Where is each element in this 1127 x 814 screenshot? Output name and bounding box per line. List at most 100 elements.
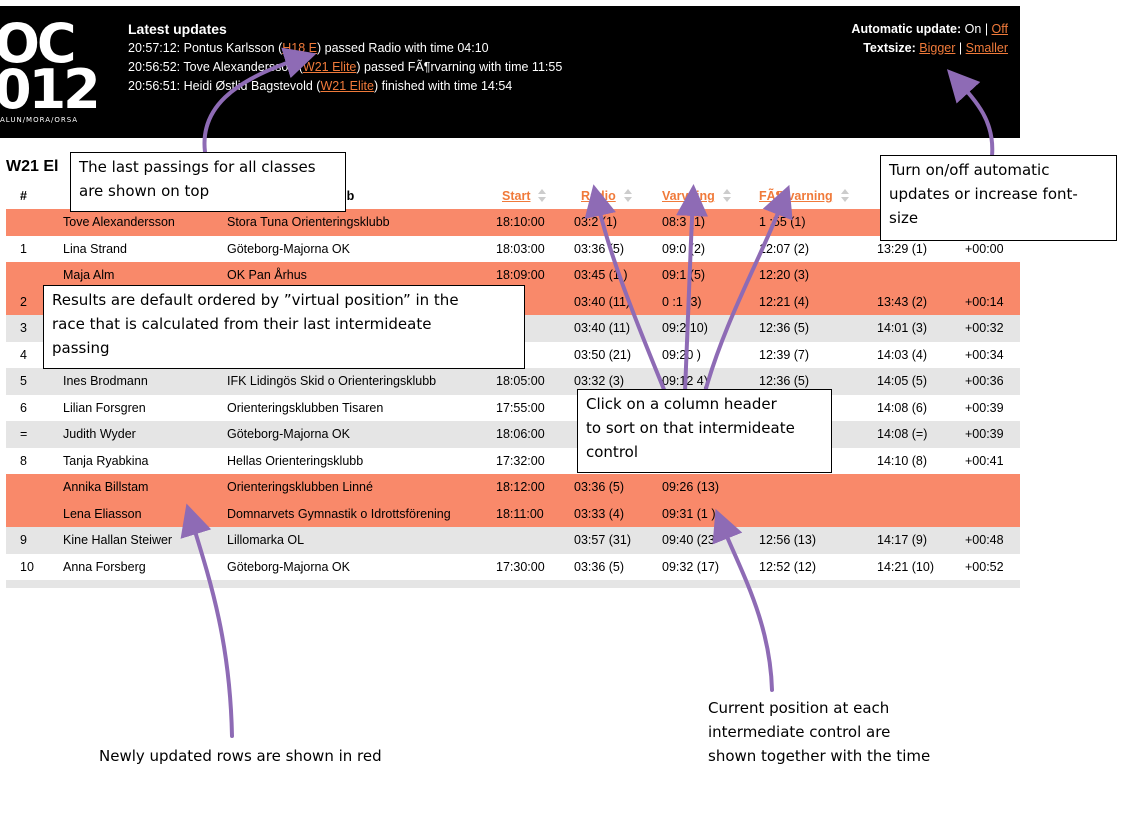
radio-split: 03:50 (21) xyxy=(574,347,631,362)
time-behind: +00:39 xyxy=(965,427,1004,441)
auto-update-state: On xyxy=(964,22,982,36)
note-newly-updated: Newly updated rows are shown in red xyxy=(99,747,382,765)
position-cell: 9 xyxy=(20,533,27,547)
position-cell: 1 xyxy=(20,241,27,256)
table-row: 10 Anna Forsberg Göteborg-Majorna OK 17:30:… xyxy=(6,553,1020,580)
start-time: 17:30:00 xyxy=(496,559,545,574)
table-row: 8 Tanja Ryabkina Hellas Orienteringsklubb 1… xyxy=(6,447,1020,474)
varvning-split: 09:2 10) xyxy=(662,321,708,335)
header-band: OC 012 ALUN/MORA/ORSA Latest updates 20:… xyxy=(0,6,1020,138)
class-link[interactable]: H18 E xyxy=(282,41,317,55)
sort-icon xyxy=(623,189,632,203)
position-cell: 8 xyxy=(20,453,27,468)
varvning-split: 08:3 (1) xyxy=(662,215,706,229)
time-behind: +00:39 xyxy=(965,400,1004,415)
finish-time: 14:10 (8) xyxy=(877,453,928,468)
table-row: 9 Kine Hallan Steiwer Lillomarka OL 03:57 (… xyxy=(6,527,1020,554)
club-name: Göteborg-Majorna OK xyxy=(227,559,350,574)
sort-icon xyxy=(840,189,849,203)
position-cell: 5 xyxy=(20,374,27,388)
runner-name: Lena Eliasson xyxy=(63,506,142,521)
runner-name: Lina Strand xyxy=(63,241,127,256)
club-name: OK Pan Århus xyxy=(227,268,307,282)
time-behind: +00:36 xyxy=(965,374,1004,388)
finish-time: 14:03 (4) xyxy=(877,347,928,362)
start-time: 18:11:00 xyxy=(496,506,544,521)
runner-name: Ines Brodmann xyxy=(63,374,148,388)
runner-name: Tove Alexandersson xyxy=(63,215,175,229)
runner-name: Maja Alm xyxy=(63,268,115,282)
finish-time: 13:43 (2) xyxy=(877,294,928,309)
text-size-label: Textsize: xyxy=(863,41,916,55)
logo-line-2: 012 xyxy=(0,58,101,121)
display-controls: Automatic update: On | Off Textsize: Big… xyxy=(851,20,1008,58)
forvarning-split: 12:07 (2) xyxy=(759,241,810,256)
class-link[interactable]: W21 Elite xyxy=(320,79,374,93)
club-name: IFK Lidingös Skid o Orienteringsklubb xyxy=(227,374,437,388)
radio-split: 03:40 (11) xyxy=(574,321,631,335)
finish-time: 14:08 (6) xyxy=(877,400,928,415)
auto-update-label: Automatic update: xyxy=(851,22,962,36)
results-table: Tove Alexandersson Stora Tuna Orientering… xyxy=(6,209,1020,580)
radio-split: 03:36 (5) xyxy=(574,480,625,494)
varvning-split: 09:1 (5) xyxy=(662,268,706,282)
time-behind: +00:52 xyxy=(965,559,1004,574)
text-size-control: Textsize: Bigger | Smaller xyxy=(863,41,1008,55)
finish-time: 13:29 (1) xyxy=(877,241,928,256)
club-name: Hellas Orienteringsklubb xyxy=(227,453,364,468)
class-title: W21 El xyxy=(6,158,59,175)
forvarning-split: 1 :55 (1) xyxy=(759,215,806,229)
table-row: 6 Lilian Forsgren Orienteringsklubben Tisa… xyxy=(6,394,1020,421)
club-name: Orienteringsklubben Tisaren xyxy=(227,400,384,415)
forvarning-split: 12:56 (13) xyxy=(759,533,816,547)
col-start[interactable]: Start xyxy=(502,189,547,203)
update-line: 20:56:51: Heidi Østlid Bagstevold (W21 E… xyxy=(128,79,513,93)
radio-split: 03:2 (1) xyxy=(574,215,618,229)
club-name: Göteborg-Majorna OK xyxy=(227,427,350,441)
col-forvarning[interactable]: FÃ¶rvarning xyxy=(759,189,849,203)
table-bottom-bar xyxy=(6,580,1020,588)
runner-name: Annika Billstam xyxy=(63,480,149,494)
start-time: 18:05:00 xyxy=(496,374,545,388)
forvarning-split: 12:21 (4) xyxy=(759,294,810,309)
club-name: Göteborg-Majorna OK xyxy=(227,241,350,256)
runner-name: Anna Forsberg xyxy=(63,559,146,574)
col-varvning[interactable]: Varvning xyxy=(662,189,731,203)
time-behind: +00:00 xyxy=(965,241,1004,256)
club-name: Orienteringsklubben Linné xyxy=(227,480,373,494)
callout-auto-update: Turn on/off automatic updates or increas… xyxy=(880,155,1117,241)
start-time: 18:09:00 xyxy=(496,268,545,282)
time-behind: +00:34 xyxy=(965,347,1004,362)
varvning-split: 09:26 (13) xyxy=(662,480,719,494)
callout-sorting: Click on a column header to sort on that… xyxy=(577,389,832,473)
auto-update-off-link[interactable]: Off xyxy=(992,22,1008,36)
club-name: Domnarvets Gymnastik o Idrottsförening xyxy=(227,506,451,521)
start-time: 18:03:00 xyxy=(496,241,545,256)
position-cell: 6 xyxy=(20,400,27,415)
forvarning-split: 12:36 (5) xyxy=(759,374,810,388)
col-position[interactable]: # xyxy=(20,189,27,203)
class-link[interactable]: W21 Elite xyxy=(303,60,357,74)
table-row: 1 Lina Strand Göteborg-Majorna OK 18:03:00 0… xyxy=(6,235,1020,262)
table-row: Annika Billstam Orienteringsklubben Linné… xyxy=(6,474,1020,501)
varvning-split: 0 :1 (3) xyxy=(662,294,702,309)
table-row: 5 Ines Brodmann IFK Lidingös Skid o Orient… xyxy=(6,368,1020,395)
auto-update-control: Automatic update: On | Off xyxy=(851,22,1008,36)
runner-name: Lilian Forsgren xyxy=(63,400,146,415)
runner-name: Tanja Ryabkina xyxy=(63,453,149,468)
text-smaller-link[interactable]: Smaller xyxy=(966,41,1008,55)
time-behind: +00:14 xyxy=(965,294,1004,309)
start-time: 18:06:00 xyxy=(496,427,545,441)
radio-split: 03:57 (31) xyxy=(574,533,631,547)
runner-name: Judith Wyder xyxy=(63,427,136,441)
radio-split: 03:45 (1 ) xyxy=(574,268,628,282)
varvning-split: 09:31 (1 ) xyxy=(662,506,716,521)
position-cell: 4 xyxy=(20,347,27,362)
text-bigger-link[interactable]: Bigger xyxy=(919,41,955,55)
forvarning-split: 12:39 (7) xyxy=(759,347,810,362)
position-cell: 2 xyxy=(20,294,27,309)
finish-time: 14:21 (10) xyxy=(877,559,934,574)
col-radio[interactable]: Radio xyxy=(581,189,632,203)
varvning-split: 09:0 (2) xyxy=(662,241,706,256)
sort-icon xyxy=(722,189,731,203)
